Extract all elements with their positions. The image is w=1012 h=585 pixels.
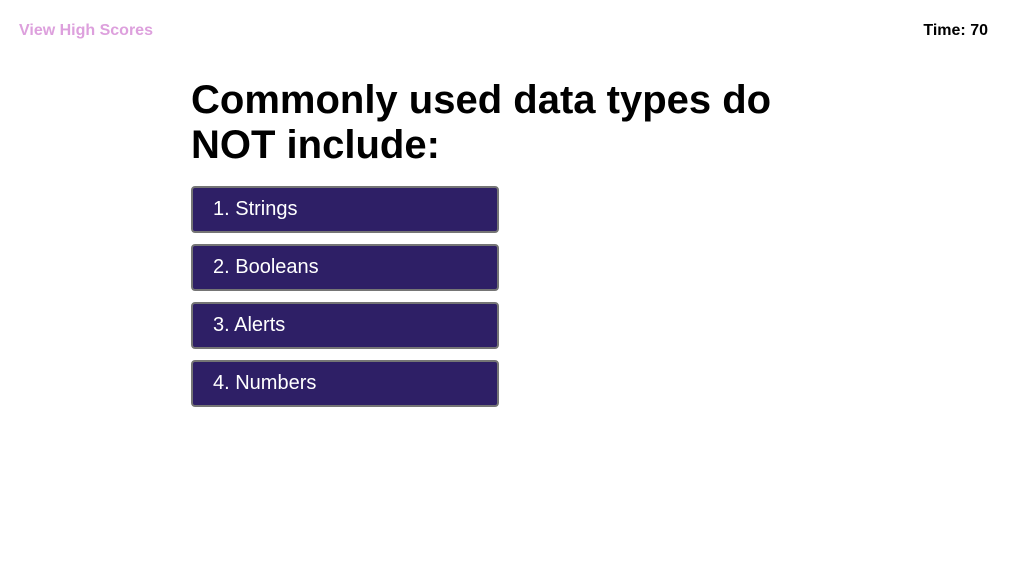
answer-choice-alerts[interactable]: 3. Alerts <box>191 302 499 349</box>
question-title: Commonly used data types do NOT include: <box>191 78 772 167</box>
answer-choices: 1. Strings 2. Booleans 3. Alerts 4. Numb… <box>191 186 831 407</box>
answer-choice-booleans[interactable]: 2. Booleans <box>191 244 499 291</box>
quiz-container: Commonly used data types do NOT include:… <box>191 78 831 407</box>
timer-display: Time: 70 <box>923 22 988 39</box>
quiz-page: View High Scores Time: 70 Commonly used … <box>0 0 1012 585</box>
page-header: View High Scores Time: 70 <box>0 0 1012 60</box>
view-high-scores-link[interactable]: View High Scores <box>19 22 153 40</box>
answer-choice-numbers[interactable]: 4. Numbers <box>191 360 499 407</box>
answer-choice-strings[interactable]: 1. Strings <box>191 186 499 233</box>
